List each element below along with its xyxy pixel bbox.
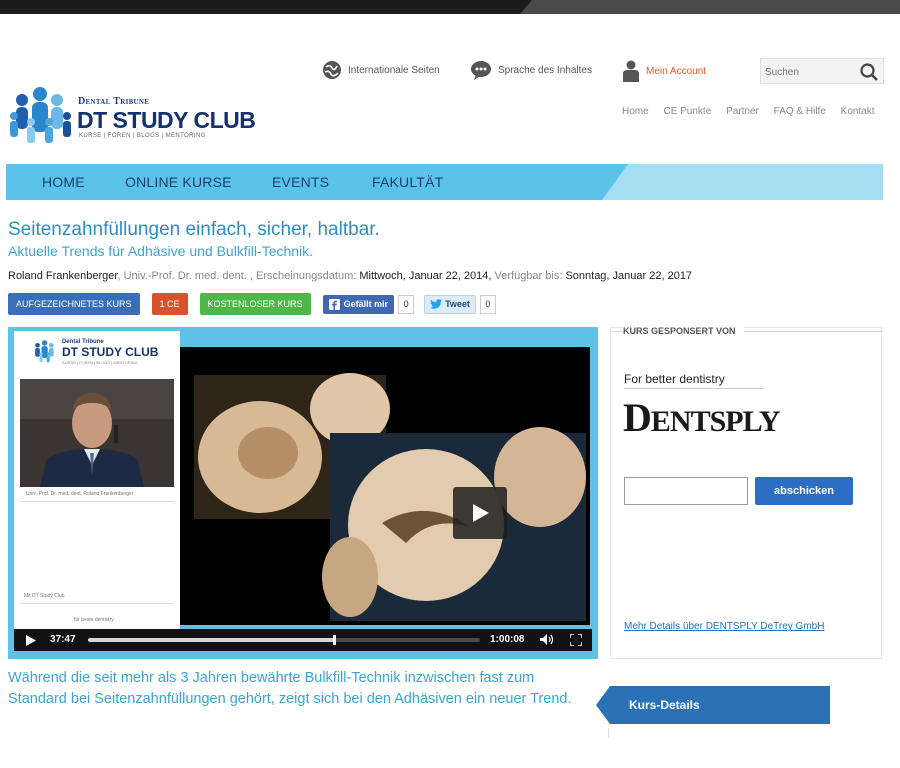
secnav-partner[interactable]: Partner — [726, 106, 759, 117]
brand-publisher: Dental Tribune — [78, 96, 150, 107]
course-details-label: Kurs-Details — [629, 698, 700, 712]
sponsor-logo-initial: D — [623, 395, 652, 440]
sponsor-tagline: For better dentistry — [624, 372, 725, 386]
sponsor-details-link[interactable]: Mehr Details über DENTSPLY DeTrey GmbH — [624, 621, 824, 632]
free-course-badge: KOSTENLOSER KURS — [199, 293, 311, 315]
twitter-bird-icon — [430, 299, 443, 309]
nav-home[interactable]: HOME — [42, 174, 85, 190]
facebook-like-count: 0 — [398, 294, 415, 314]
sponsor-logo[interactable]: DENTSPLY — [623, 394, 781, 441]
divider — [608, 728, 609, 738]
presenter-webcam — [20, 379, 174, 487]
video-area[interactable] — [180, 347, 590, 625]
my-account-link[interactable]: Mein Account — [622, 60, 706, 82]
slide-caption: Univ.-Prof. Dr. med. dent. Roland Franke… — [26, 491, 134, 497]
speech-bubble-icon — [470, 60, 492, 80]
secnav-contact[interactable]: Kontakt — [841, 106, 875, 117]
slide-brand-tagline: KURSE | FOREN | BLOGS | MENTORING — [62, 360, 138, 365]
course-title: Seitenzahnfüllungen einfach, sicher, hal… — [8, 219, 380, 240]
slide-logo: Dental Tribune DT STUDY CLUB KURSE | FOR… — [32, 339, 172, 369]
slide-footer: für beste dentistry — [74, 617, 114, 623]
international-sites-link[interactable]: Internationale Seiten — [322, 60, 440, 80]
seek-handle[interactable] — [333, 635, 337, 645]
my-account-label: Mein Account — [646, 65, 707, 77]
slide-divider — [20, 603, 174, 604]
course-subtitle: Aktuelle Trends für Adhäsive und Bulkfil… — [8, 243, 314, 259]
slide-panel: Dental Tribune DT STUDY CLUB KURSE | FOR… — [14, 331, 180, 631]
secondary-nav: Home CE Punkte Partner FAQ & Hilfe Konta… — [622, 106, 875, 117]
badge-row: AUFGEZEICHNETES KURS 1 CE KOSTENLOSER KU… — [8, 292, 496, 316]
presenter-image — [20, 379, 174, 487]
author-credentials: , Univ.-Prof. Dr. med. dent. , Erscheinu… — [117, 270, 357, 282]
brand-name: DT STUDY CLUB — [77, 107, 256, 133]
video-player[interactable]: Dental Tribune DT STUDY CLUB KURSE | FOR… — [8, 327, 598, 659]
tweet-button[interactable]: Tweet — [424, 294, 476, 314]
play-icon — [26, 635, 36, 646]
secnav-home[interactable]: Home — [622, 106, 649, 117]
user-icon — [622, 60, 640, 82]
play-overlay-button[interactable] — [453, 487, 507, 539]
globe-icon — [322, 60, 342, 80]
main-nav-decor — [602, 164, 883, 200]
search-box[interactable] — [760, 58, 884, 84]
main-nav: HOME ONLINE KURSE EVENTS FAKULTÄT — [6, 164, 883, 200]
secnav-faq-help[interactable]: FAQ & Hilfe — [774, 106, 826, 117]
sponsor-box: KURS GESPONSERT VON For better dentistry… — [610, 326, 883, 659]
course-meta: Roland Frankenberger, Univ.-Prof. Dr. me… — [8, 270, 692, 282]
sponsor-input[interactable] — [624, 477, 748, 505]
secnav-ce-points[interactable]: CE Punkte — [663, 106, 711, 117]
sponsor-heading: KURS GESPONSERT VON — [623, 326, 744, 336]
nav-online-courses[interactable]: ONLINE KURSE — [125, 174, 232, 190]
brand-tagline: KURSE | FOREN | BLOGS | MENTORING — [79, 133, 206, 139]
volume-icon[interactable] — [540, 634, 554, 648]
international-sites-label: Internationale Seiten — [348, 64, 440, 76]
sponsor-tagline-rule — [624, 388, 764, 389]
top-band — [0, 0, 900, 14]
search-icon[interactable] — [859, 62, 879, 87]
content-language-link[interactable]: Sprache des Inhaltes — [470, 60, 592, 80]
content-language-label: Sprache des Inhaltes — [498, 64, 592, 76]
facebook-icon — [328, 298, 340, 310]
tweet-label: Tweet — [445, 299, 470, 309]
current-time: 37:47 — [50, 634, 76, 645]
video-frame-image — [180, 347, 590, 625]
search-input[interactable] — [765, 63, 845, 81]
course-details-tab[interactable]: Kurs-Details — [596, 686, 830, 724]
available-label: Verfügbar bis: — [491, 270, 563, 282]
top-band-tab — [520, 0, 900, 14]
facebook-like-label: Gefällt mir — [343, 299, 389, 309]
player-controls: 37:47 1:00:08 — [14, 629, 592, 651]
facebook-like-button[interactable]: Gefällt mir — [322, 294, 395, 314]
slide-brand-name: DT STUDY CLUB — [62, 345, 159, 359]
tweet-count: 0 — [479, 294, 496, 314]
play-pause-button[interactable] — [26, 635, 36, 649]
fullscreen-icon[interactable] — [569, 633, 583, 649]
recorded-course-badge: AUFGEZEICHNETES KURS — [8, 293, 140, 315]
slide-note: Mit DT Study Club — [24, 593, 65, 599]
published-date: Mittwoch, Januar 22, 2014, — [356, 270, 492, 282]
seek-bar-progress — [88, 638, 335, 642]
people-logo-icon — [10, 87, 71, 143]
seek-bar[interactable] — [88, 635, 480, 645]
site-logo[interactable]: Dental Tribune DT STUDY CLUB KURSE | FOR… — [8, 86, 258, 152]
sponsor-logo-rest: ENTSPLY — [650, 405, 781, 438]
nav-events[interactable]: EVENTS — [272, 174, 329, 190]
play-icon — [473, 504, 489, 522]
people-logo-icon — [35, 340, 54, 363]
available-date: Sonntag, Januar 22, 2017 — [562, 270, 693, 282]
course-description: Während die seit mehr als 3 Jahren bewäh… — [8, 670, 572, 707]
nav-faculty[interactable]: FAKULTÄT — [372, 174, 443, 190]
slide-divider — [20, 501, 174, 502]
ce-credit-badge: 1 CE — [151, 293, 188, 315]
author-name[interactable]: Roland Frankenberger — [8, 270, 117, 282]
submit-button[interactable]: abschicken — [755, 477, 853, 505]
duration: 1:00:08 — [490, 634, 525, 645]
